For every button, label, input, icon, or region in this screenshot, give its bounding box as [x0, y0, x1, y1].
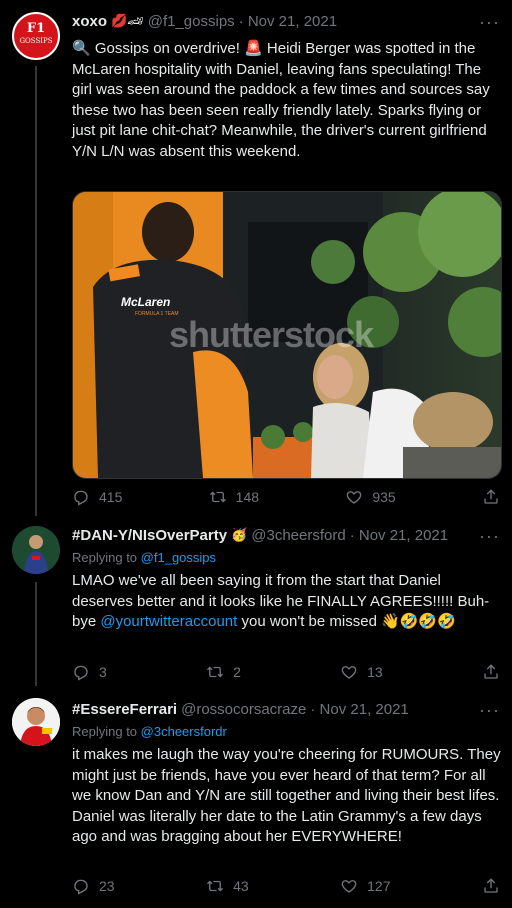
tweet-text: LMAO we've all been saying it from the s…: [72, 571, 502, 633]
avatar-rossocorsacraze[interactable]: [12, 698, 60, 746]
heart-icon: [347, 491, 362, 504]
like-count: 13: [367, 664, 383, 680]
mention-link[interactable]: @yourtwitteraccount: [100, 613, 237, 630]
tweet-header: #EssereFerrari @rossocorsacraze · Nov 21…: [72, 699, 500, 721]
handle[interactable]: @3cheersford: [251, 525, 345, 547]
tweet-2[interactable]: #DAN-Y/NIsOverParty 🥳 @3cheersford · Nov…: [0, 516, 512, 686]
heart-icon: [341, 880, 357, 893]
tweet-actions: 415 148 935: [72, 486, 500, 508]
reply-icon: [74, 490, 88, 506]
retweet-count: 148: [235, 489, 260, 505]
replying-to-label: Replying to: [72, 550, 138, 565]
thread-line: [35, 66, 37, 516]
shirt-logo-text: McLaren: [121, 295, 171, 309]
tweet-photo[interactable]: McLaren FORMULA 1 TEAM shutterstock: [72, 191, 502, 479]
retweet-icon: [207, 880, 224, 892]
retweet-count: 43: [233, 878, 249, 894]
avatar-3cheersford[interactable]: [12, 526, 60, 574]
replying-to-handle[interactable]: @3cheersfordr: [141, 724, 227, 739]
share-icon: [484, 878, 498, 893]
timestamp[interactable]: · Nov 21, 2021: [239, 11, 337, 33]
tweet-header: xoxo 💋🏎 @f1_gossips · Nov 21, 2021: [72, 11, 500, 33]
reply-icon: [74, 665, 88, 681]
like-count: 935: [372, 489, 396, 505]
like-button[interactable]: 13: [340, 663, 383, 681]
tweet-actions: 23 43 127: [72, 875, 500, 897]
tweet-text-end: you won't be missed 👋🤣🤣🤣: [237, 613, 456, 630]
retweet-button[interactable]: 43: [206, 877, 249, 895]
replying-to: Replying to @3cheersfordr: [72, 723, 227, 741]
display-name[interactable]: #DAN-Y/NIsOverParty: [72, 525, 227, 547]
tweet-3[interactable]: #EssereFerrari @rossocorsacraze · Nov 21…: [0, 686, 512, 908]
reply-button[interactable]: 3: [72, 663, 107, 681]
name-emoji: 💋🏎: [111, 14, 144, 29]
replying-to: Replying to @f1_gossips: [72, 549, 216, 567]
tweet-actions: 3 2 13: [72, 661, 500, 683]
watermark: shutterstock: [169, 314, 374, 355]
reply-button[interactable]: 23: [72, 877, 115, 895]
thread-line: [35, 582, 37, 686]
reply-button[interactable]: 415: [72, 488, 122, 506]
reply-count: 23: [99, 878, 115, 894]
like-count: 127: [367, 878, 391, 894]
share-button[interactable]: [482, 488, 500, 506]
handle[interactable]: @rossocorsacraze: [181, 699, 306, 721]
timestamp[interactable]: · Nov 21, 2021: [310, 699, 408, 721]
tweet-text: 🔍 Gossips on overdrive! 🚨 Heidi Berger w…: [72, 40, 490, 160]
more-options-icon[interactable]: ···: [479, 699, 500, 721]
replying-to-label: Replying to: [72, 724, 138, 739]
timestamp[interactable]: · Nov 21, 2021: [350, 525, 448, 547]
avatar-image: [12, 526, 60, 574]
retweet-button[interactable]: 148: [209, 488, 259, 506]
replying-to-handle[interactable]: @f1_gossips: [141, 550, 216, 565]
like-button[interactable]: 935: [345, 488, 396, 506]
avatar-text-top: F1: [26, 21, 46, 36]
retweet-button[interactable]: 2: [206, 663, 241, 681]
name-emoji: 🥳: [231, 528, 248, 543]
tweet-1[interactable]: F1 GOSSIPS xoxo 💋🏎 @f1_gossips · Nov 21,…: [0, 0, 512, 516]
display-name[interactable]: xoxo: [72, 11, 107, 33]
retweet-count: 2: [233, 664, 241, 680]
heart-icon: [341, 666, 357, 679]
share-icon: [484, 489, 498, 504]
reply-icon: [74, 879, 88, 895]
tweet-text: it makes me laugh the way you're cheerin…: [72, 746, 501, 845]
reply-count: 415: [99, 489, 123, 505]
share-icon: [484, 664, 498, 679]
avatar-text-bottom: GOSSIPS: [19, 37, 53, 45]
retweet-icon: [209, 491, 226, 503]
reply-count: 3: [99, 664, 107, 680]
display-name[interactable]: #EssereFerrari: [72, 699, 177, 721]
handle[interactable]: @f1_gossips: [148, 11, 235, 33]
more-options-icon[interactable]: ···: [479, 11, 500, 33]
avatar-f1-gossips[interactable]: F1 GOSSIPS: [12, 12, 60, 60]
share-button[interactable]: [482, 663, 500, 681]
more-options-icon[interactable]: ···: [479, 525, 500, 547]
like-button[interactable]: 127: [340, 877, 390, 895]
retweet-icon: [207, 666, 224, 678]
avatar-image: [12, 698, 60, 746]
tweet-header: #DAN-Y/NIsOverParty 🥳 @3cheersford · Nov…: [72, 525, 500, 547]
share-button[interactable]: [482, 877, 500, 895]
